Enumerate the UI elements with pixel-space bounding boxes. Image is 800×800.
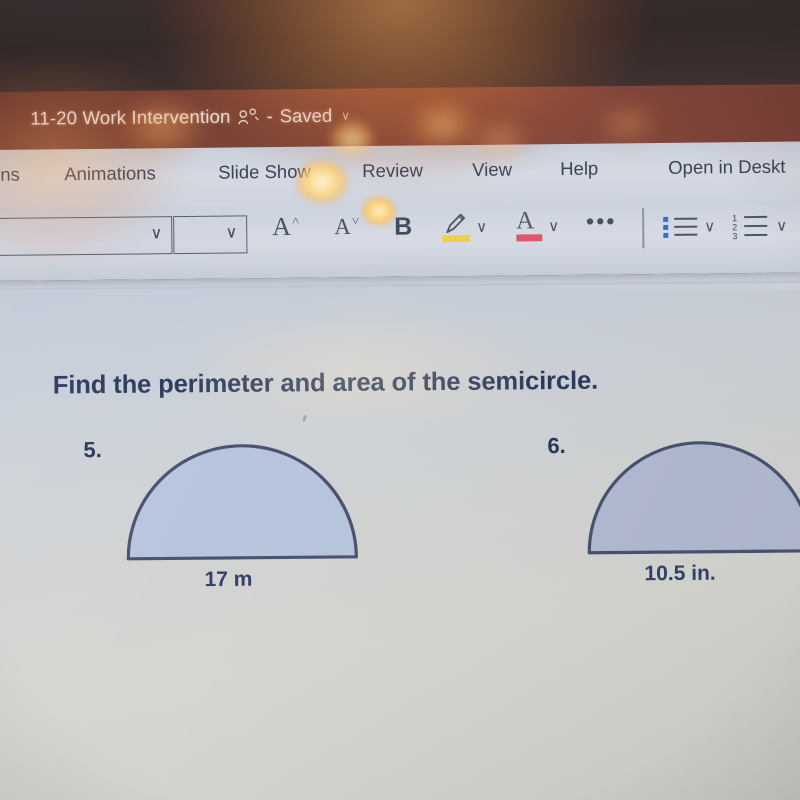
bold-button[interactable]: B [394,213,412,242]
bullet-square [663,224,669,230]
chevron-down-icon[interactable]: ∨ [341,109,350,123]
font-name-combo[interactable]: ∨ [0,216,173,257]
bullet-square [663,216,669,222]
grow-font-button[interactable]: A˄ [272,212,299,242]
dimension-label-5: 17 m [204,567,253,592]
bullet-line [674,225,698,229]
problem-number-5: 5. [83,437,102,463]
bullet-line [674,217,698,221]
screen-bezel [0,0,800,96]
shrink-font-button[interactable]: A˅ [334,213,359,240]
tab-help[interactable]: Help [560,158,598,180]
tab-open-in-desktop-app[interactable]: Open in Deskt [668,156,785,179]
numbered-line [744,233,768,237]
shrink-font-letter: A [334,213,351,240]
highlight-chevron-down-icon[interactable]: ∨ [476,218,487,236]
font-size-combo[interactable]: ∨ [173,215,248,255]
semicircle-shape-6 [587,441,800,555]
stray-mark [302,414,307,422]
save-status-label[interactable]: Saved [280,105,333,128]
problem-number-6: 6. [547,432,566,459]
highlight-button[interactable] [440,209,471,244]
bulleted-list-icon[interactable] [662,216,700,242]
chevron-down-icon[interactable]: ∨ [150,225,162,242]
chevron-down-icon[interactable]: ∨ [225,224,237,241]
tab-animations[interactable]: Animations [64,162,156,185]
photo-of-screen: 11-20 Work Intervention - Saved ∨ ns Ani… [0,0,800,800]
title-bar-content: 11-20 Work Intervention - Saved ∨ [30,105,350,130]
highlight-color-swatch [442,234,471,243]
toolbar-divider [642,208,644,249]
people-icon[interactable] [237,107,260,125]
font-color-button[interactable]: A [516,207,543,242]
tab-review[interactable]: Review [362,159,423,182]
numbering-chevron-down-icon[interactable]: ∨ [776,217,787,235]
slide-heading: Find the perimeter and area of the semic… [52,366,599,400]
more-options-button[interactable]: ••• [586,208,617,234]
bullets-chevron-down-icon[interactable]: ∨ [704,217,715,235]
numbered-list-digit: 3 [732,231,738,242]
tab-transitions-clipped[interactable]: ns [0,164,20,186]
caret-down-icon: ˅ [351,213,360,229]
dimension-label-6: 10.5 in. [644,561,716,586]
tab-view[interactable]: View [472,159,512,181]
caret-up-icon: ˄ [291,213,300,229]
document-title[interactable]: 11-20 Work Intervention [30,106,231,130]
grow-font-letter: A [272,211,292,242]
bullet-square [663,232,669,238]
numbered-line [744,224,768,228]
font-color-swatch [516,234,543,242]
title-separator: - [266,105,273,127]
semicircle-shape-5 [126,444,358,561]
font-color-chevron-down-icon[interactable]: ∨ [548,217,559,235]
bullet-line [674,233,698,237]
font-color-letter: A [516,207,535,235]
slide-canvas[interactable]: Find the perimeter and area of the semic… [0,282,800,800]
tab-slide-show[interactable]: Slide Show [218,161,311,184]
numbered-line [744,215,768,219]
numbered-list-icon[interactable]: 1 2 3 [732,213,770,242]
ribbon-toolbar: ∨ ∨ A˄ A˅ B ∨ A ∨ ••• ∨ 1 2 3 ∨ [0,200,800,281]
